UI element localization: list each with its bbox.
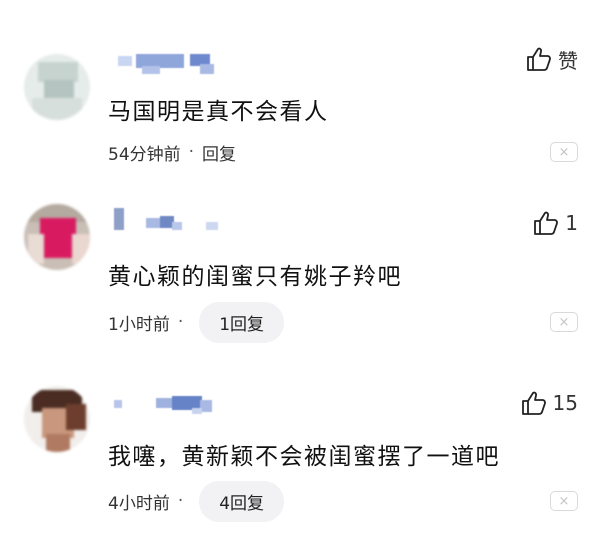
reply-button[interactable]: 回复 — [202, 140, 236, 165]
username-blurred[interactable] — [108, 206, 238, 232]
comment-text: 马国明是真不会看人 — [108, 99, 329, 125]
avatar[interactable] — [24, 386, 90, 452]
username-blurred[interactable] — [108, 388, 238, 414]
comment-list: 赞 马国明是真不会看人 54分钟前 · 回复 × 1 黄心颖的闺蜜只有姚子羚吧 … — [0, 0, 600, 544]
close-icon: × — [558, 144, 570, 160]
thumbs-up-icon — [533, 210, 559, 236]
close-icon: × — [558, 314, 570, 330]
like-button[interactable]: 赞 — [526, 44, 578, 74]
reply-count-button[interactable]: 1回复 — [199, 301, 285, 343]
timestamp: 4小时前 — [108, 493, 170, 514]
separator: · — [188, 142, 195, 162]
dismiss-button[interactable]: × — [550, 491, 578, 511]
username-blurred[interactable] — [108, 50, 238, 76]
reply-count-button[interactable]: 4回复 — [199, 480, 285, 522]
timestamp: 54分钟前 — [108, 144, 181, 165]
comment-text: 我噻，黄新颖不会被闺蜜摆了一道吧 — [108, 444, 500, 470]
avatar[interactable] — [24, 54, 90, 120]
comment-item: 赞 马国明是真不会看人 54分钟前 · 回复 × — [0, 0, 600, 176]
comment-meta: 1小时前 · 1回复 — [108, 301, 285, 343]
comment-item: 1 黄心颖的闺蜜只有姚子羚吧 1小时前 · 1回复 × — [0, 176, 600, 352]
thumbs-up-icon — [526, 46, 552, 72]
like-count: 15 — [552, 391, 578, 415]
thumbs-up-icon — [521, 390, 547, 416]
dismiss-button[interactable]: × — [550, 142, 578, 162]
like-label: 赞 — [558, 48, 578, 73]
like-button[interactable]: 15 — [521, 388, 578, 418]
comment-meta: 4小时前 · 4回复 — [108, 480, 285, 522]
comment-item: 15 我噻，黄新颖不会被闺蜜摆了一道吧 4小时前 · 4回复 × — [0, 360, 600, 536]
dismiss-button[interactable]: × — [550, 312, 578, 332]
comment-meta: 54分钟前 · 回复 — [108, 132, 236, 172]
separator: · — [177, 312, 184, 332]
like-count: 1 — [565, 211, 578, 235]
comment-text: 黄心颖的闺蜜只有姚子羚吧 — [108, 264, 402, 290]
timestamp: 1小时前 — [108, 314, 170, 335]
separator: · — [177, 491, 184, 511]
like-button[interactable]: 1 — [533, 208, 578, 238]
close-icon: × — [558, 493, 570, 509]
avatar[interactable] — [24, 204, 90, 270]
